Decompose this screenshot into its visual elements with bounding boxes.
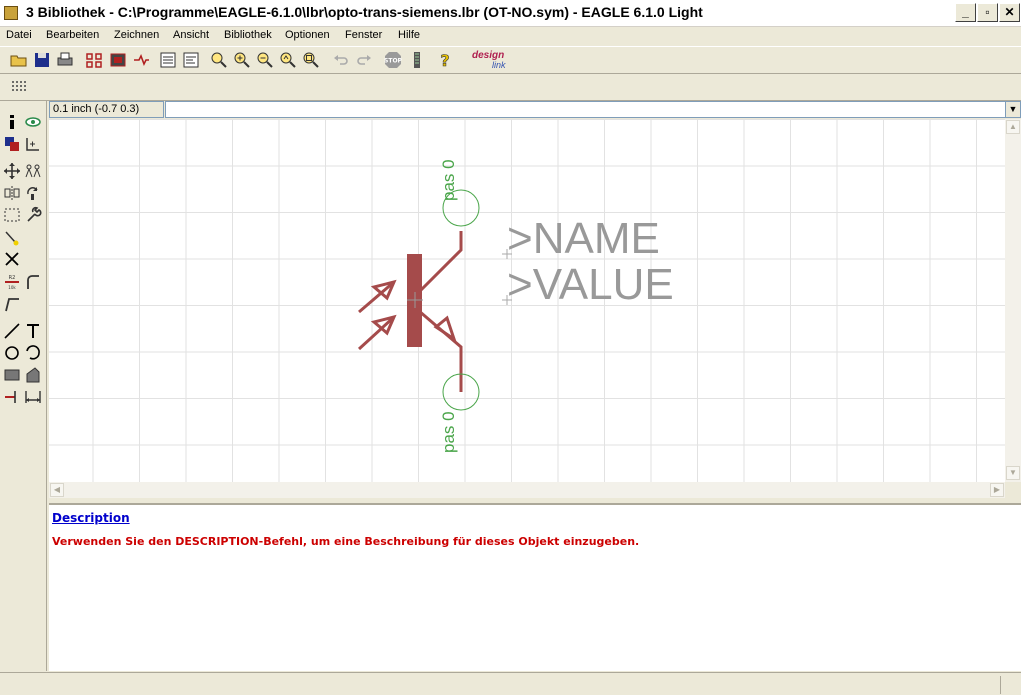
- svg-text:10k: 10k: [8, 285, 16, 290]
- paste-icon[interactable]: [3, 228, 21, 246]
- zoom-out-icon[interactable]: [255, 50, 275, 70]
- parameter-toolbar: [0, 75, 1021, 101]
- mark-origin-icon[interactable]: [24, 135, 42, 153]
- value-placeholder[interactable]: >VALUE: [507, 260, 674, 309]
- circle-icon[interactable]: [3, 344, 21, 362]
- wire-icon[interactable]: [3, 322, 21, 340]
- rotate-icon[interactable]: [24, 184, 42, 202]
- show-eye-icon[interactable]: [24, 113, 42, 131]
- status-separator: [1000, 676, 1001, 694]
- status-bar: [0, 672, 1021, 695]
- svg-text:R2: R2: [9, 275, 16, 281]
- menu-zeichnen[interactable]: Zeichnen: [114, 29, 159, 41]
- text-icon[interactable]: [24, 322, 42, 340]
- design-link-logo[interactable]: design link: [472, 50, 516, 72]
- drawing-canvas[interactable]: pas 0 pas 0 >NAME >VALUE: [49, 119, 1005, 482]
- pin-top-label: pas 0: [439, 159, 458, 201]
- description-panel: Description Verwenden Sie den DESCRIPTIO…: [49, 503, 1021, 671]
- menu-fenster[interactable]: Fenster: [345, 29, 382, 41]
- description-link[interactable]: Description: [52, 511, 130, 525]
- undo-icon[interactable]: [331, 50, 351, 70]
- window-title: 3 Bibliothek - C:\Programme\EAGLE-6.1.0\…: [26, 4, 703, 20]
- name-placeholder[interactable]: >NAME: [507, 214, 660, 263]
- description-message: Verwenden Sie den DESCRIPTION-Befehl, um…: [52, 535, 640, 548]
- pin-bottom-label: pas 0: [439, 411, 458, 453]
- delete-icon[interactable]: [3, 250, 21, 268]
- mirror-icon[interactable]: [3, 184, 21, 202]
- change-wrench-icon[interactable]: [24, 206, 42, 224]
- menu-bar: Datei Bearbeiten Zeichnen Ansicht Biblio…: [0, 27, 1021, 45]
- go-icon[interactable]: [407, 50, 427, 70]
- zoom-redraw-icon[interactable]: [278, 50, 298, 70]
- minimize-button[interactable]: _: [955, 3, 976, 22]
- zoom-in-icon[interactable]: [232, 50, 252, 70]
- board-icon[interactable]: [108, 50, 128, 70]
- emitter-arrow: [433, 315, 457, 343]
- title-bar: 3 Bibliothek - C:\Programme\EAGLE-6.1.0\…: [0, 0, 1021, 27]
- open-folder-icon[interactable]: [9, 50, 29, 70]
- stop-icon[interactable]: STOP: [383, 50, 403, 70]
- command-input[interactable]: [165, 101, 1007, 118]
- copy-icon[interactable]: [24, 162, 42, 180]
- help-icon[interactable]: ?: [435, 50, 455, 70]
- scroll-down-button[interactable]: ▼: [1006, 466, 1020, 480]
- move-icon[interactable]: [3, 162, 21, 180]
- svg-text:STOP: STOP: [384, 58, 403, 65]
- main-toolbar: STOP ? design link: [0, 46, 1021, 74]
- dimension-icon[interactable]: [24, 388, 42, 406]
- coordinate-display: 0.1 inch (-0.7 0.3): [49, 101, 164, 118]
- horizontal-scrollbar[interactable]: ◀ ▶: [49, 482, 1005, 498]
- eagle-app-icon[interactable]: [4, 6, 18, 20]
- print-icon[interactable]: [55, 50, 75, 70]
- design-link-logo-line2: link: [492, 60, 506, 70]
- scroll-right-button[interactable]: ▶: [990, 483, 1004, 497]
- schematic-icon[interactable]: [84, 50, 104, 70]
- zoom-area-icon[interactable]: [301, 50, 321, 70]
- scroll-left-button[interactable]: ◀: [50, 483, 64, 497]
- ulp-icon[interactable]: [181, 50, 201, 70]
- menu-hilfe[interactable]: Hilfe: [398, 29, 420, 41]
- redo-icon[interactable]: [354, 50, 374, 70]
- command-toolbar: R2 10k: [0, 101, 47, 671]
- scroll-up-button[interactable]: ▲: [1006, 120, 1020, 134]
- rect-icon[interactable]: [3, 366, 21, 384]
- menu-bearbeiten[interactable]: Bearbeiten: [46, 29, 99, 41]
- name-icon[interactable]: R2 10k: [3, 273, 21, 291]
- display-layers-icon[interactable]: [3, 135, 21, 153]
- close-button[interactable]: ✕: [999, 3, 1020, 22]
- pin-icon[interactable]: [3, 388, 21, 406]
- script-icon[interactable]: [158, 50, 178, 70]
- polygon-icon[interactable]: [24, 366, 42, 384]
- menu-bibliothek[interactable]: Bibliothek: [224, 29, 272, 41]
- symbol-drawing: pas 0 pas 0 >NAME >VALUE: [357, 159, 674, 453]
- cam-icon[interactable]: [131, 50, 151, 70]
- menu-optionen[interactable]: Optionen: [285, 29, 330, 41]
- command-history-dropdown[interactable]: ▼: [1005, 101, 1021, 118]
- arc-icon[interactable]: [24, 344, 42, 362]
- miter-icon[interactable]: [3, 295, 21, 313]
- vertical-scrollbar[interactable]: ▲ ▼: [1005, 119, 1021, 482]
- grid-icon[interactable]: [9, 77, 29, 97]
- smash-icon[interactable]: [24, 273, 42, 291]
- zoom-fit-icon[interactable]: [209, 50, 229, 70]
- svg-text:?: ?: [440, 51, 449, 70]
- info-icon[interactable]: [3, 113, 21, 131]
- maximize-button[interactable]: ▫: [977, 3, 998, 22]
- menu-datei[interactable]: Datei: [6, 29, 32, 41]
- group-icon[interactable]: [3, 206, 21, 224]
- menu-ansicht[interactable]: Ansicht: [173, 29, 209, 41]
- save-disk-icon[interactable]: [32, 50, 52, 70]
